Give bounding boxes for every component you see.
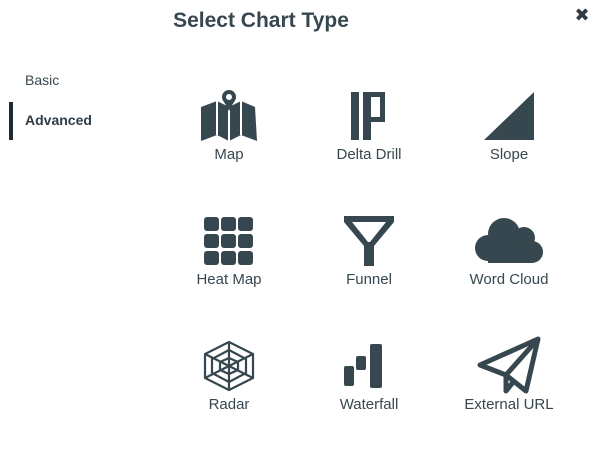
chart-type-delta-drill[interactable]: Delta Drill xyxy=(299,86,439,196)
close-icon[interactable]: ✖ xyxy=(570,3,594,27)
chart-type-label: Funnel xyxy=(346,271,392,288)
waterfall-icon xyxy=(334,336,404,396)
word-cloud-icon xyxy=(474,211,544,271)
sidebar: Basic Advanced xyxy=(0,62,150,142)
funnel-icon xyxy=(334,211,404,271)
radar-icon xyxy=(194,336,264,396)
dialog-title: Select Chart Type xyxy=(173,9,349,32)
chart-type-label: Heat Map xyxy=(196,271,262,288)
chart-type-label: Slope xyxy=(489,146,529,163)
chart-type-label: External URL xyxy=(464,396,554,413)
chart-type-label: Radar xyxy=(208,396,250,413)
map-icon xyxy=(194,86,264,146)
chart-type-heat-map[interactable]: Heat Map xyxy=(159,211,299,321)
chart-type-label: Delta Drill xyxy=(336,146,402,163)
external-url-icon xyxy=(474,336,544,396)
chart-type-label: Waterfall xyxy=(339,396,399,413)
chart-type-label: Word Cloud xyxy=(469,271,549,288)
chart-type-label: Map xyxy=(214,146,244,163)
chart-type-word-cloud[interactable]: Word Cloud xyxy=(439,211,579,321)
sidebar-item-label: Advanced xyxy=(25,112,92,128)
chart-type-waterfall[interactable]: Waterfall xyxy=(299,336,439,446)
delta-drill-icon xyxy=(334,86,404,146)
sidebar-item-basic[interactable]: Basic xyxy=(0,62,150,102)
chart-type-map[interactable]: Map xyxy=(159,86,299,196)
chart-type-external-url[interactable]: External URL xyxy=(439,336,579,446)
chart-type-radar[interactable]: Radar xyxy=(159,336,299,446)
slope-icon xyxy=(474,86,544,146)
select-chart-type-dialog: Select Chart Type ✖ Basic Advanced Map D… xyxy=(0,0,598,474)
heat-map-icon xyxy=(194,211,264,271)
sidebar-item-label: Basic xyxy=(25,72,60,88)
sidebar-item-advanced[interactable]: Advanced xyxy=(0,102,150,142)
chart-type-funnel[interactable]: Funnel xyxy=(299,211,439,321)
chart-type-slope[interactable]: Slope xyxy=(439,86,579,196)
